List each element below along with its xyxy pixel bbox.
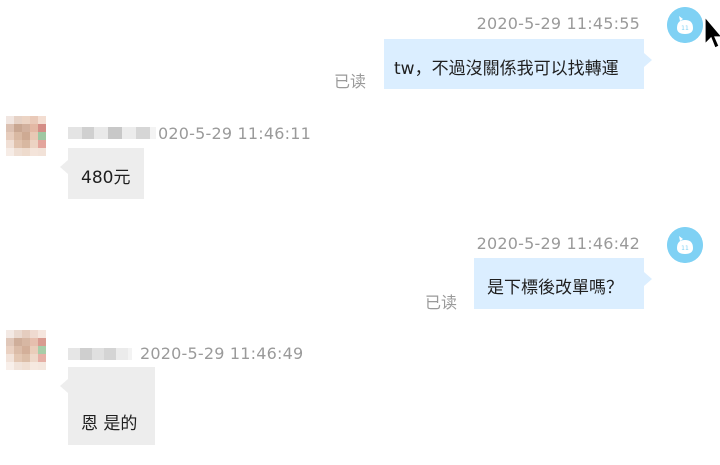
- message-timestamp: 020-5-29 11:46:11: [158, 124, 311, 143]
- message-text: 480元: [81, 168, 131, 188]
- contact-name-blurred: [68, 127, 156, 139]
- contact-avatar[interactable]: [6, 330, 46, 370]
- svg-text:11: 11: [681, 245, 689, 252]
- message-bubble-outgoing[interactable]: tw，不過沒關係我可以找轉運: [384, 39, 652, 89]
- message-timestamp: 2020-5-29 11:46:49: [140, 344, 304, 363]
- read-status: 已读: [334, 72, 367, 91]
- message-bubble-outgoing[interactable]: 是下標後改單嗎？: [474, 258, 652, 309]
- message-bubble-incoming[interactable]: 恩 是的: [60, 367, 155, 445]
- chat-conversation: 2020-5-29 11:45:55 11 tw，不過沒關係我可以找轉運 已读: [0, 0, 720, 465]
- message-timestamp: 2020-5-29 11:46:42: [476, 234, 640, 253]
- mouse-pointer-icon: [704, 16, 720, 49]
- self-avatar[interactable]: 11: [667, 227, 703, 263]
- message-text: tw，不過沒關係我可以找轉運: [394, 59, 619, 79]
- contact-avatar[interactable]: [6, 116, 46, 156]
- message-text: 恩 是的: [81, 414, 138, 434]
- blue-circle-avatar-icon: 11: [667, 7, 703, 43]
- read-status: 已读: [425, 293, 458, 312]
- blue-circle-avatar-icon: 11: [667, 227, 703, 263]
- contact-name-blurred: [68, 348, 132, 360]
- svg-text:11: 11: [681, 25, 689, 32]
- message-timestamp: 2020-5-29 11:45:55: [476, 14, 640, 33]
- self-avatar[interactable]: 11: [667, 7, 703, 43]
- message-bubble-incoming[interactable]: 480元: [60, 148, 144, 199]
- message-text: 是下標後改單嗎？: [487, 278, 623, 298]
